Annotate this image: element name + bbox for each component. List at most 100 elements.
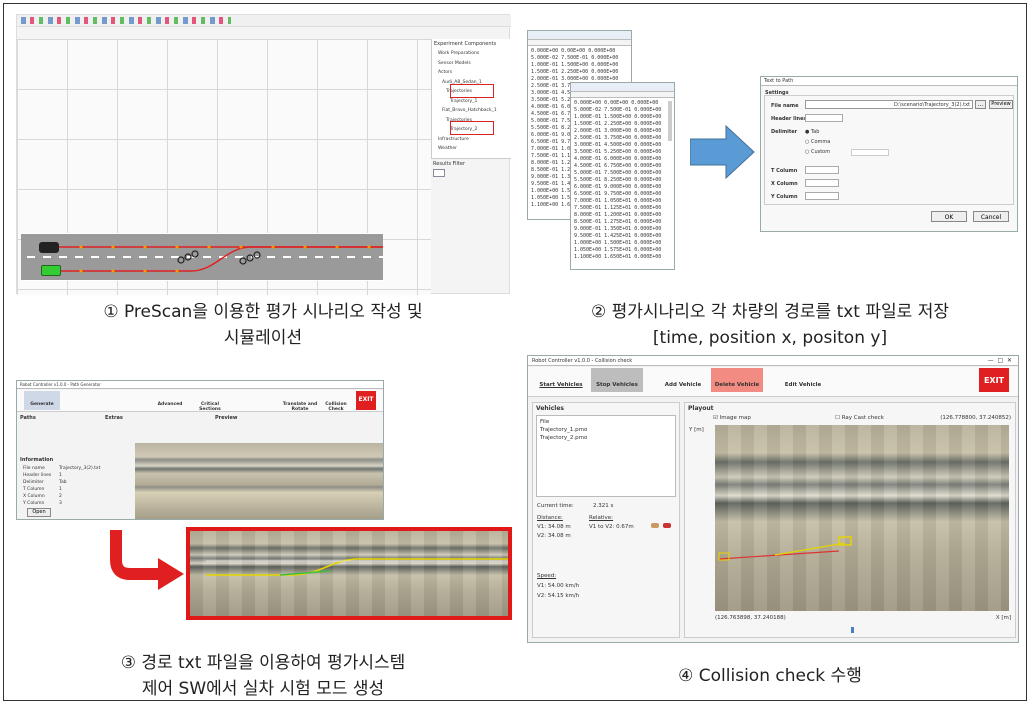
- info-row: Delimiter Tab: [23, 480, 67, 485]
- coord-bottom: (126.763898, 37.240188): [715, 615, 786, 621]
- custom-delim-input[interactable]: [851, 149, 889, 156]
- cc-tool-button[interactable]: Add Vehicle: [657, 368, 709, 392]
- pg-tool-button[interactable]: Critical Sections: [192, 391, 228, 412]
- pg-tool-button[interactable]: [240, 391, 276, 410]
- data-row: 8.500E-01 1.275E+01 0.000E+00: [574, 219, 662, 225]
- trajectory-points: [79, 245, 371, 273]
- pg-tool-button[interactable]: [68, 391, 104, 410]
- data-row: 2.500E-01 3.750E+00 0.000E+00: [574, 135, 662, 141]
- pg-tool-button[interactable]: Generate: [24, 391, 60, 410]
- image-map-checkbox[interactable]: ☑ Image map: [713, 415, 751, 421]
- v2-speed: V2: 54.15 km/h: [537, 593, 580, 599]
- tree-item[interactable]: Sensor Models: [438, 59, 497, 69]
- cc-tool-button[interactable]: Edit Vehicle: [777, 368, 829, 392]
- caption-2-line2: [time, position x, positon y]: [652, 328, 888, 348]
- vehicle-black[interactable]: [39, 242, 59, 253]
- header-lines-label: Header lines: [771, 116, 807, 122]
- scrollbar[interactable]: [668, 101, 672, 141]
- x-column-input[interactable]: [805, 179, 839, 187]
- results-filter-box[interactable]: [433, 169, 445, 177]
- trajectory-2-path: [51, 246, 383, 272]
- t-column-label: T Column: [771, 168, 798, 174]
- tree-item[interactable]: Actors: [438, 68, 497, 78]
- preview-button[interactable]: Preview: [989, 100, 1013, 109]
- data-row: 1.500E-01 2.250E+00 0.000E+00: [574, 121, 662, 127]
- zoomed-path-view: [186, 527, 512, 620]
- extras-label: Extras: [105, 415, 123, 421]
- window-1-titlebar: [528, 31, 631, 40]
- experiment-tree: Experiment Components Work Preparations S…: [431, 39, 511, 159]
- ray-cast-checkbox[interactable]: ☐ Ray Cast check: [835, 415, 884, 421]
- file-name-field[interactable]: D:\scenario\Trajectory_3(2).txt: [805, 100, 973, 109]
- vehicle-list-item[interactable]: Trajectory_1.pmo: [540, 426, 672, 434]
- data-row: 4.000E-01 6.000E+00 0.000E+00: [574, 156, 662, 162]
- open-button[interactable]: Open: [27, 508, 51, 517]
- tree-item[interactable]: Fiat_Bravo_Hatchback_1: [438, 106, 497, 116]
- window-2-titlebar: [571, 83, 674, 92]
- distance-label: Distance:: [537, 515, 563, 521]
- t-column-input[interactable]: [805, 166, 839, 174]
- data-row: 6.000E-01 9.000E+00 0.000E+00: [574, 184, 662, 190]
- pg-tool-button[interactable]: [112, 391, 148, 410]
- vehicle-list[interactable]: File Trajectory_1.pmo Trajectory_2.pmo: [536, 415, 676, 497]
- tree-item[interactable]: Weather: [438, 144, 497, 154]
- data-row: 3.000E-01 4.500E+00 0.000E+00: [574, 142, 662, 148]
- vehicle-list-item[interactable]: File: [540, 418, 672, 426]
- data-row: 1.000E-01 1.500E+00 0.000E+00: [574, 114, 662, 120]
- cc-vehicle-overlay: [718, 536, 852, 561]
- y-axis-label: Y [m]: [689, 427, 704, 433]
- playout-panel: Playout ☑ Image map ☐ Ray Cast check (12…: [684, 402, 1016, 638]
- data-row: 5.500E-01 8.250E+00 0.000E+00: [574, 177, 662, 183]
- cc-tool-button[interactable]: Delete Vehicle: [711, 368, 763, 392]
- pg-info-table: File name Trajectory_3(2).txt Header lines…: [23, 465, 100, 507]
- tree-title: Experiment Components: [434, 41, 497, 47]
- pg-tool-button[interactable]: Translate and Rotate: [282, 391, 318, 412]
- browse-button[interactable]: ...: [975, 100, 986, 109]
- tree-item[interactable]: Infrastructure: [438, 135, 497, 145]
- y-column-input[interactable]: [805, 192, 839, 200]
- data-row: 5.000E-01 7.500E+00 0.000E+00: [574, 170, 662, 176]
- pg-tool-button[interactable]: Advanced: [152, 391, 188, 410]
- tree-item[interactable]: Work Preparations: [438, 49, 497, 59]
- cc-path-red: [718, 550, 840, 560]
- toolbar-icons[interactable]: [21, 17, 231, 24]
- info-label: Information: [20, 457, 54, 463]
- highlight-trajectory-2: [450, 121, 494, 135]
- pg-aerial-map[interactable]: [135, 443, 383, 519]
- cc-tool-button[interactable]: Stop Vehicles: [591, 368, 643, 392]
- v2-distance: V2: 34.08 m: [537, 533, 571, 539]
- text-file-window-2[interactable]: 0.000E+00 0.00E+00 0.000E+00 5.000E-02 7.…: [570, 82, 675, 270]
- data-row: 6.500E-01 9.750E+00 0.000E+00: [574, 191, 662, 197]
- pg-title: Robot Controller v1.0.0 - Path Generator: [20, 382, 101, 387]
- current-time-value: 2.321 s: [593, 503, 614, 509]
- vehicle-green[interactable]: [41, 265, 61, 276]
- data-row: 8.000E-01 1.200E+01 0.000E+00: [574, 212, 662, 218]
- pg-tool-button[interactable]: EXIT: [356, 391, 376, 410]
- v1-distance: V1: 34.08 m: [537, 524, 571, 530]
- delim-custom-radio[interactable]: ○ Custom: [805, 149, 830, 155]
- vehicles-panel: Vehicles File Trajectory_1.pmo Trajectory_…: [532, 402, 680, 638]
- highlight-trajectory-1: [450, 84, 494, 98]
- panel-1-prescan: Experiment Components Work Preparations S…: [16, 14, 511, 295]
- delim-comma-radio[interactable]: ○ Comma: [805, 139, 830, 145]
- caption-2: ② 평가시나리오 각 차량의 경로를 txt 파일로 저장 [time, pos…: [520, 299, 1020, 351]
- header-lines-input[interactable]: [805, 114, 843, 122]
- timeline-marker[interactable]: [851, 627, 854, 633]
- caption-4: ④ Collision check 수행: [520, 663, 1020, 689]
- pg-titlebar: Robot Controller v1.0.0 - Path Generator: [17, 381, 383, 389]
- data-row: 7.000E-01 1.050E+01 0.000E+00: [574, 198, 662, 204]
- cc-tool-button[interactable]: EXIT: [979, 368, 1009, 392]
- ray-cast-label: Ray Cast check: [841, 415, 884, 421]
- window-controls[interactable]: — □ ✕: [988, 357, 1012, 364]
- pg-tool-button[interactable]: Collision Check: [318, 391, 354, 412]
- cc-tool-button[interactable]: Start Vehicles: [535, 368, 587, 392]
- caption-3-line2: 제어 SW에서 실차 시험 모드 생성: [141, 679, 385, 699]
- ok-button[interactable]: OK: [931, 211, 967, 222]
- cancel-button[interactable]: Cancel: [973, 211, 1009, 222]
- text-to-path-dialog[interactable]: Text to Path Settings File name D:\scena…: [760, 76, 1018, 232]
- collision-check-window[interactable]: Robot Controller v1.0.0 - Collision chec…: [527, 355, 1019, 643]
- vehicle-list-item[interactable]: Trajectory_2.pmo: [540, 434, 672, 442]
- zoomed-path-lines: [206, 558, 508, 576]
- delim-tab-radio[interactable]: ● Tab: [805, 129, 819, 135]
- vehicle-list-items: File Trajectory_1.pmo Trajectory_2.pmo: [537, 416, 675, 444]
